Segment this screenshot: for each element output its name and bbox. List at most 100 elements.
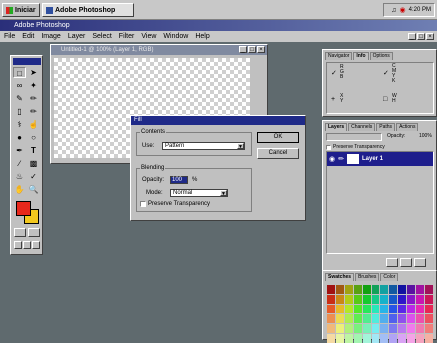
cancel-button[interactable]: Cancel <box>257 148 299 159</box>
color-swatch[interactable] <box>353 334 362 343</box>
chevron-down-icon[interactable]: ▼ <box>220 190 227 197</box>
new-layer-button[interactable] <box>400 258 412 267</box>
doc-close-button[interactable]: × <box>257 46 265 53</box>
lasso-tool-icon[interactable]: ∞ <box>13 80 26 91</box>
gradient-tool-icon[interactable]: ▩ <box>27 158 40 169</box>
color-swatch[interactable] <box>380 334 389 343</box>
color-swatch[interactable] <box>344 334 353 343</box>
app-close-button[interactable]: × <box>426 33 434 40</box>
color-swatch[interactable] <box>380 324 389 334</box>
color-swatch[interactable] <box>416 285 425 294</box>
layer-row[interactable]: ◉ ✏ Layer 1 <box>327 152 433 166</box>
color-swatch[interactable] <box>353 324 362 334</box>
tab-brushes[interactable]: Brushes <box>355 273 380 281</box>
fill-dialog-title-bar[interactable]: Fill <box>131 116 305 125</box>
standard-mode-icon[interactable] <box>14 228 26 237</box>
color-swatch[interactable] <box>353 294 362 304</box>
type-tool-icon[interactable]: T <box>27 145 40 156</box>
smudge-tool-icon[interactable]: ☝ <box>27 119 40 130</box>
color-swatch[interactable] <box>371 285 380 294</box>
network-icon[interactable]: ◉ <box>400 6 406 14</box>
pencil-tool-icon[interactable]: ✏ <box>27 106 40 117</box>
color-swatch[interactable] <box>416 334 425 343</box>
color-swatch[interactable] <box>327 324 335 334</box>
color-swatch[interactable] <box>407 334 416 343</box>
color-swatch[interactable] <box>335 294 344 304</box>
marquee-tool-icon[interactable]: □ <box>13 67 26 78</box>
color-swatch[interactable] <box>389 334 398 343</box>
color-swatch[interactable] <box>398 285 407 294</box>
color-swatch[interactable] <box>371 304 380 314</box>
app-restore-button[interactable]: □ <box>417 33 425 40</box>
color-swatch[interactable] <box>389 324 398 334</box>
menu-filter[interactable]: Filter <box>119 33 135 40</box>
color-swatch[interactable] <box>407 285 416 294</box>
start-button[interactable]: Iniciar <box>2 3 40 17</box>
color-swatch[interactable] <box>416 294 425 304</box>
color-swatch[interactable] <box>380 314 389 324</box>
color-swatch[interactable] <box>416 324 425 334</box>
menu-image[interactable]: Image <box>41 33 60 40</box>
color-swatch[interactable] <box>353 314 362 324</box>
airbrush-tool-icon[interactable]: ✎ <box>13 93 26 104</box>
color-swatch[interactable] <box>327 294 335 304</box>
color-swatch[interactable] <box>327 334 335 343</box>
move-tool-icon[interactable]: ➤ <box>27 67 40 78</box>
photoshop-task-button[interactable]: Adobe Photoshop <box>42 3 134 17</box>
menu-window[interactable]: Window <box>163 33 188 40</box>
color-swatch[interactable] <box>335 304 344 314</box>
menu-view[interactable]: View <box>141 33 156 40</box>
color-swatch[interactable] <box>371 324 380 334</box>
color-swatch[interactable] <box>398 334 407 343</box>
brush-icon[interactable]: ✏ <box>338 155 344 163</box>
quick-mask-mode-icon[interactable] <box>28 228 40 237</box>
color-swatch[interactable] <box>389 304 398 314</box>
color-swatch[interactable] <box>362 304 371 314</box>
dodge-tool-icon[interactable]: ○ <box>27 132 40 143</box>
preserve-transparency-checkbox[interactable] <box>140 201 146 207</box>
hand-tool-icon[interactable]: ✋ <box>13 184 26 195</box>
tab-navigator[interactable]: Navigator <box>325 52 353 60</box>
color-swatch[interactable] <box>335 324 344 334</box>
color-swatch[interactable] <box>389 285 398 294</box>
blend-mode-select[interactable] <box>326 133 382 141</box>
rubber-stamp-tool-icon[interactable]: ⚕ <box>13 119 26 130</box>
ok-button[interactable]: OK <box>257 132 299 143</box>
line-tool-icon[interactable]: ∕ <box>13 158 26 169</box>
menu-help[interactable]: Help <box>195 33 209 40</box>
color-swatch[interactable] <box>380 294 389 304</box>
tab-swatches[interactable]: Swatches <box>325 273 355 281</box>
color-swatch[interactable] <box>327 314 335 324</box>
color-swatch[interactable] <box>371 294 380 304</box>
foreground-color-swatch[interactable] <box>16 201 31 216</box>
color-swatch[interactable] <box>416 304 425 314</box>
color-swatch[interactable] <box>407 324 416 334</box>
mode-select[interactable]: Normal ▼ <box>170 189 228 197</box>
color-swatch[interactable] <box>380 285 389 294</box>
color-swatch[interactable] <box>344 324 353 334</box>
color-swatch[interactable] <box>362 314 371 324</box>
color-swatch[interactable] <box>398 294 407 304</box>
layer-mask-button[interactable] <box>386 258 398 267</box>
color-swatch[interactable] <box>416 314 425 324</box>
color-swatch[interactable] <box>425 324 433 334</box>
tab-info[interactable]: Info <box>353 52 369 60</box>
color-swatch[interactable] <box>327 285 335 294</box>
screen-mode-full-menu-icon[interactable] <box>23 241 31 249</box>
color-swatch[interactable] <box>425 294 433 304</box>
color-swatch[interactable] <box>389 314 398 324</box>
color-swatch[interactable] <box>344 294 353 304</box>
color-swatch[interactable] <box>344 285 353 294</box>
eyedropper-tool-icon[interactable]: ✓ <box>27 171 40 182</box>
app-minimize-button[interactable]: _ <box>408 33 416 40</box>
color-swatch[interactable] <box>425 304 433 314</box>
pen-tool-icon[interactable]: ✒ <box>13 145 26 156</box>
color-swatch[interactable] <box>389 294 398 304</box>
tab-channels[interactable]: Channels <box>348 123 376 131</box>
color-swatch[interactable] <box>353 285 362 294</box>
chevron-down-icon[interactable]: ▼ <box>237 143 244 150</box>
layers-opacity-value[interactable]: 100% <box>419 133 432 139</box>
opacity-input[interactable]: 100 <box>170 176 188 184</box>
color-swatch[interactable] <box>407 314 416 324</box>
tab-layers[interactable]: Layers <box>325 123 348 131</box>
